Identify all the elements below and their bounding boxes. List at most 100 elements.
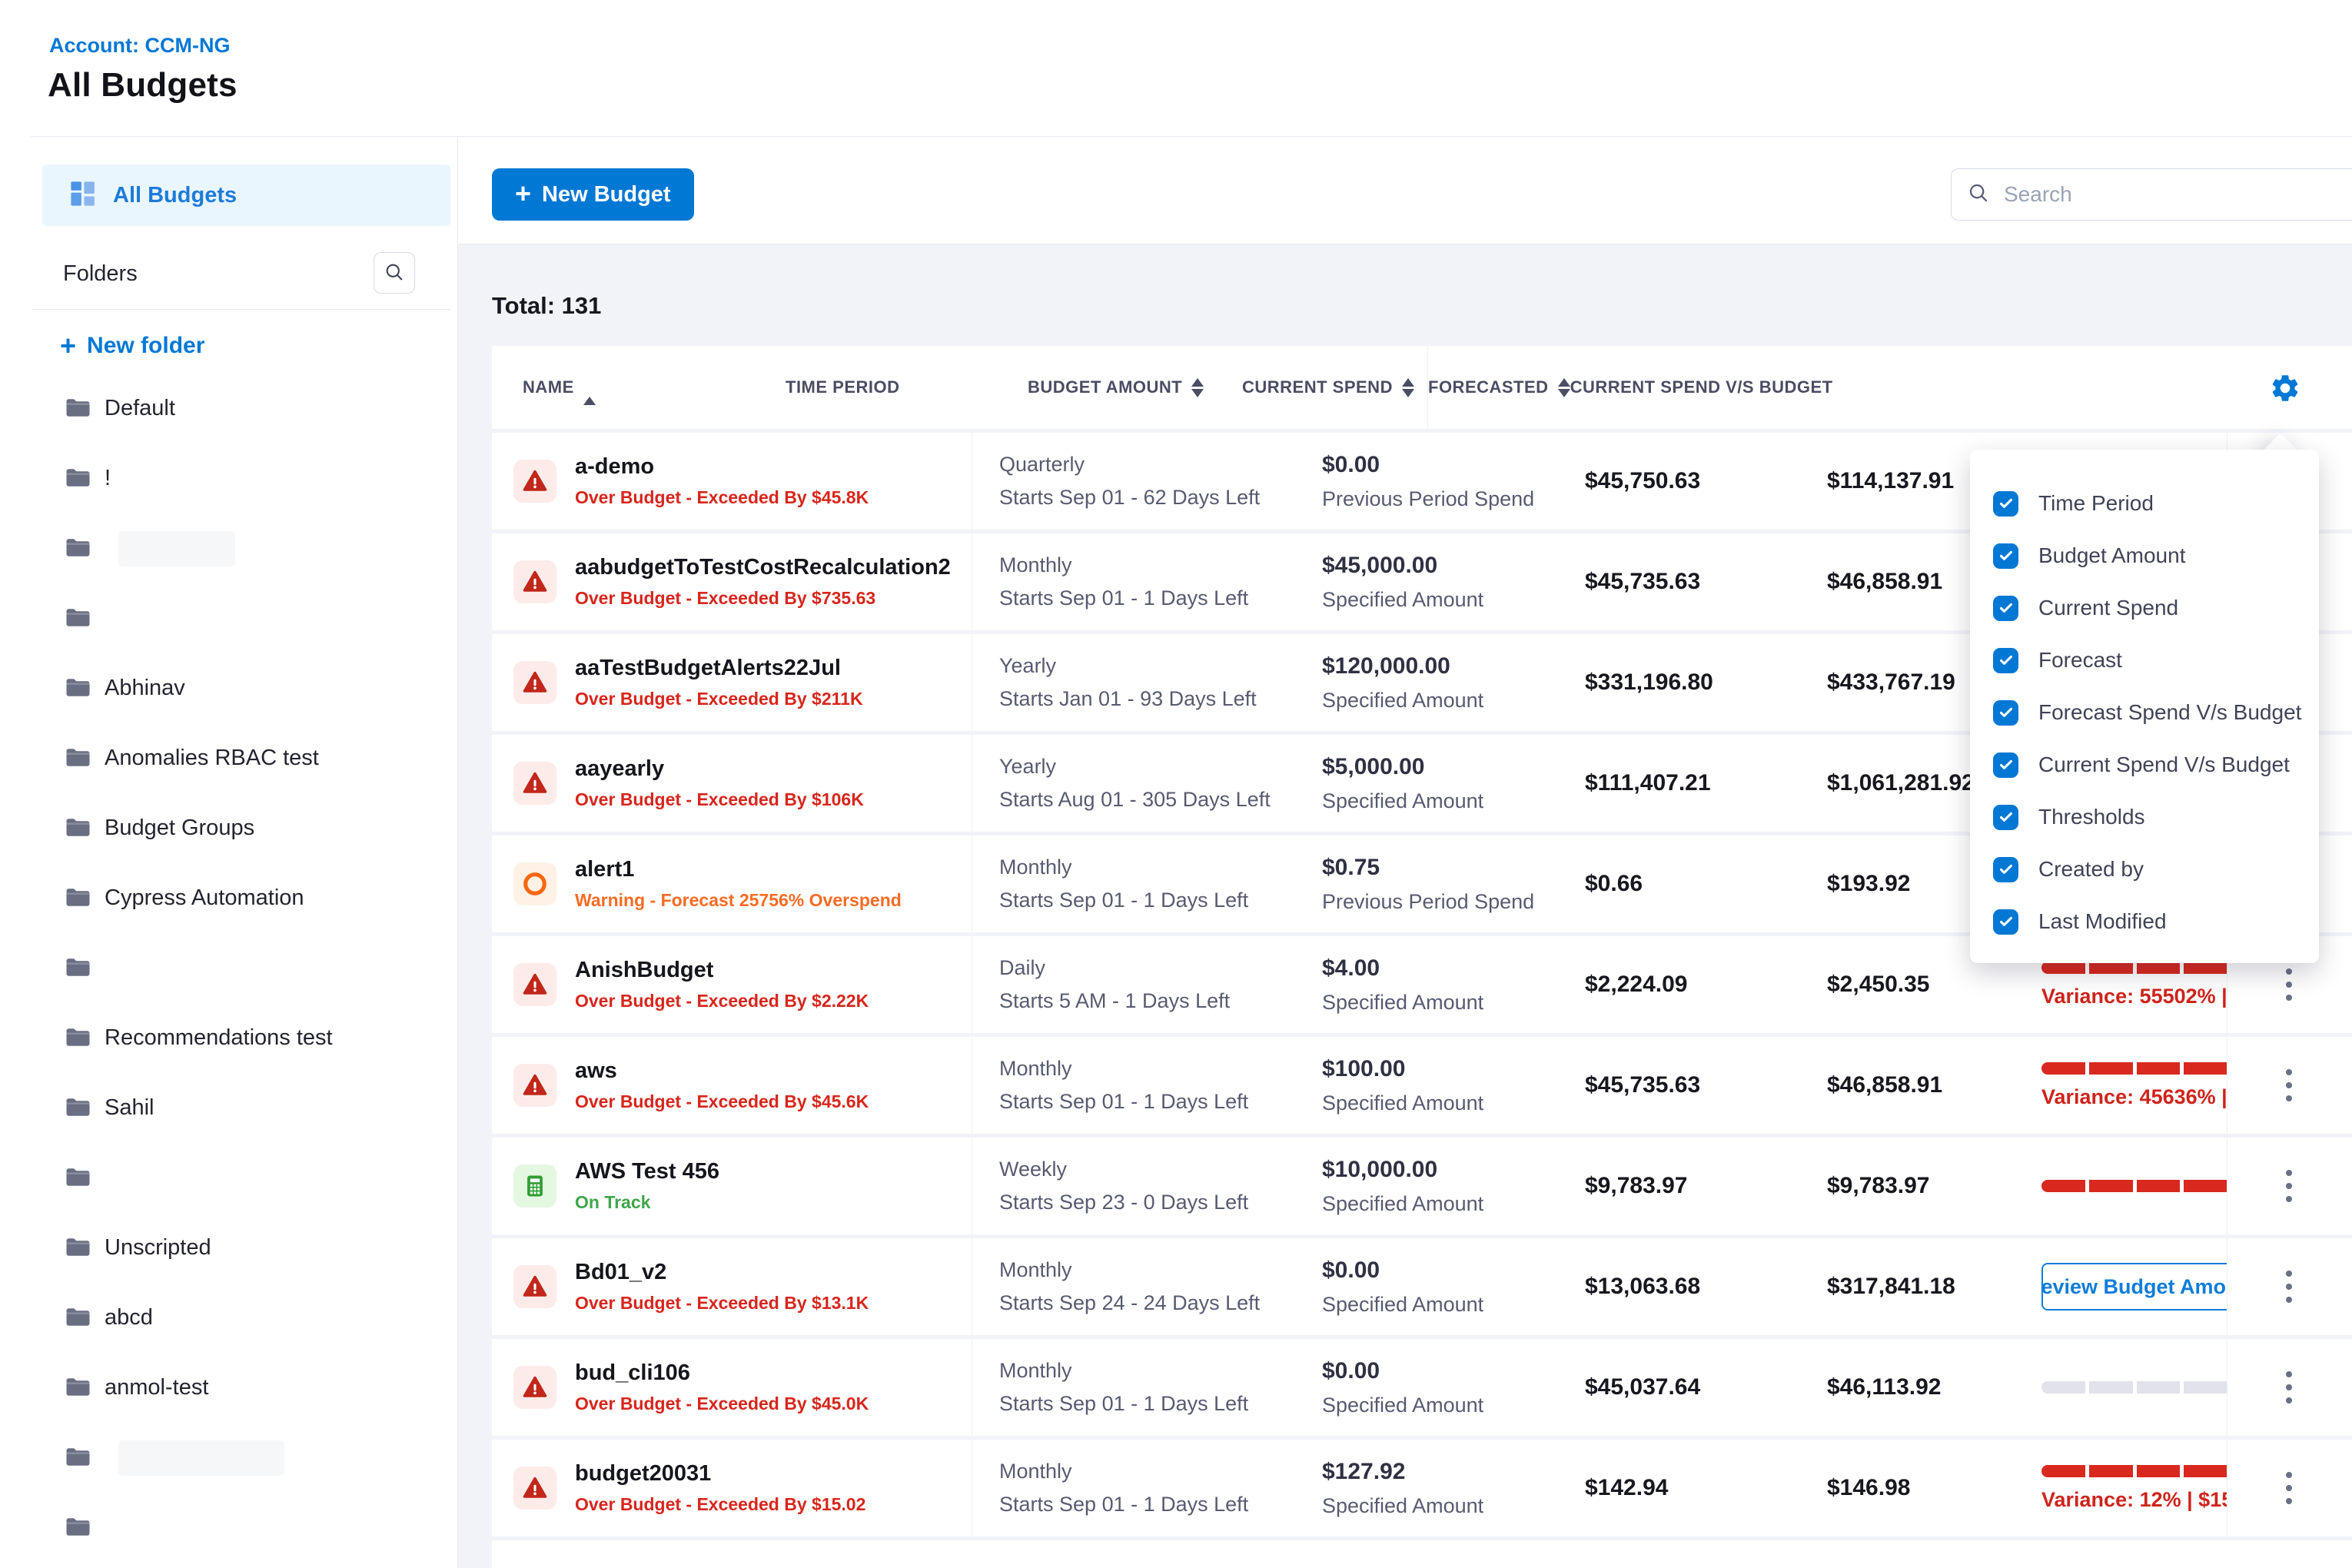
- folder-item[interactable]: [32, 513, 450, 583]
- period-detail: Starts Sep 01 - 1 Days Left: [999, 1493, 1248, 1517]
- current-spend-cell: $2,224.09: [1553, 936, 1795, 1033]
- folder-search-button[interactable]: [374, 252, 415, 294]
- column-header[interactable]: TIME PERIOD: [753, 346, 995, 429]
- budget-status-icon: [513, 560, 556, 603]
- checkbox-checked-icon[interactable]: [1993, 752, 2018, 778]
- row-menu-kebab-icon[interactable]: [2274, 1360, 2304, 1414]
- period-type: Monthly: [999, 1359, 1248, 1383]
- spend-vs-budget-bar: [2041, 1381, 2227, 1394]
- folder-item[interactable]: Unscripted: [32, 1213, 450, 1283]
- row-actions-cell: [2227, 1339, 2352, 1436]
- folder-item[interactable]: Cypress Automation: [32, 863, 450, 933]
- search-icon: [384, 261, 405, 285]
- row-menu-kebab-icon[interactable]: [2274, 958, 2304, 1012]
- table-row[interactable]: AWS Test 456 On Track Weekly Starts Sep …: [492, 1138, 2352, 1234]
- budget-amount-cell: $10,000.00 Specified Amount: [1291, 1138, 1553, 1234]
- row-menu-kebab-icon[interactable]: [2274, 1159, 2304, 1213]
- checkbox-checked-icon[interactable]: [1993, 543, 2018, 569]
- budget-status-icon: [513, 661, 556, 704]
- time-period-cell: Daily Starts 5 AM - 1 Days Left: [972, 936, 1291, 1033]
- row-actions-cell: [2227, 1440, 2352, 1536]
- table-row[interactable]: aws Over Budget - Exceeded By $45.6K Mon…: [492, 1037, 2352, 1134]
- folder-item[interactable]: Anomalies RBAC test: [32, 723, 450, 793]
- column-header[interactable]: FORECASTED: [1428, 346, 1570, 429]
- folder-name: Unscripted: [105, 1235, 211, 1261]
- budget-name[interactable]: aws: [575, 1058, 869, 1084]
- column-toggle-item[interactable]: Time Period: [1993, 477, 2319, 530]
- budget-name[interactable]: alert1: [575, 857, 902, 882]
- column-toggle-item[interactable]: Current Spend: [1993, 582, 2319, 634]
- checkbox-checked-icon[interactable]: [1993, 596, 2018, 621]
- sidebar-item-all-budgets[interactable]: All Budgets: [42, 164, 450, 226]
- column-toggle-item[interactable]: Forecast Spend V/s Budget: [1993, 686, 2319, 739]
- folder-item[interactable]: [32, 1493, 450, 1563]
- table-row[interactable]: budget20031 Over Budget - Exceeded By $1…: [492, 1440, 2352, 1536]
- forecasted-cell: $317,841.18: [1795, 1238, 2029, 1335]
- checkbox-checked-icon[interactable]: [1993, 491, 2018, 517]
- forecasted-cell: $46,858.91: [1795, 1037, 2029, 1134]
- column-header[interactable]: CURRENT SPEND: [1230, 346, 1428, 429]
- new-folder-button[interactable]: + New folder: [32, 329, 209, 363]
- folder-item[interactable]: abcd: [32, 1283, 450, 1353]
- folder-item[interactable]: [32, 1143, 450, 1213]
- folders-divider: [32, 309, 450, 310]
- column-toggle-item[interactable]: Current Spend V/s Budget: [1993, 739, 2319, 791]
- budget-name[interactable]: budget20031: [575, 1461, 865, 1487]
- budget-name[interactable]: a-demo: [575, 454, 869, 480]
- column-header[interactable]: NAME: [492, 346, 753, 429]
- account-breadcrumb[interactable]: Account: CCM-NG: [49, 34, 230, 58]
- column-toggle-item[interactable]: Thresholds: [1993, 791, 2319, 843]
- folder-icon: [63, 1372, 91, 1404]
- folder-icon: [63, 1442, 91, 1473]
- variance-text: Variance: 12% | $15.02 ove: [2041, 1488, 2227, 1512]
- budget-status-text: Over Budget - Exceeded By $45.6K: [575, 1091, 869, 1112]
- budget-name[interactable]: bud_cli106: [575, 1360, 869, 1386]
- checkbox-checked-icon[interactable]: [1993, 648, 2018, 673]
- row-menu-kebab-icon[interactable]: [2274, 1461, 2304, 1515]
- table-row[interactable]: Bd01_v2 Over Budget - Exceeded By $13.1K…: [492, 1238, 2352, 1335]
- row-menu-kebab-icon[interactable]: [2274, 1058, 2304, 1112]
- new-budget-button[interactable]: + New Budget: [492, 168, 694, 221]
- column-header[interactable]: CURRENT SPEND V/S BUDGET: [1570, 346, 1833, 429]
- period-detail: Starts Sep 23 - 0 Days Left: [999, 1191, 1248, 1214]
- column-toggle-item[interactable]: Last Modified: [1993, 895, 2319, 948]
- period-type: Daily: [999, 956, 1230, 980]
- spend-vs-budget-cell: Review Budget Amount: [2029, 1238, 2227, 1335]
- checkbox-checked-icon[interactable]: [1993, 857, 2018, 882]
- budget-name[interactable]: AnishBudget: [575, 958, 869, 983]
- budget-name[interactable]: aayearly: [575, 756, 864, 782]
- folder-item[interactable]: !: [32, 443, 450, 513]
- checkbox-checked-icon[interactable]: [1993, 909, 2018, 935]
- row-menu-kebab-icon[interactable]: [2274, 1260, 2304, 1314]
- folder-item[interactable]: [32, 933, 450, 1003]
- column-toggle-item[interactable]: Budget Amount: [1993, 530, 2319, 582]
- folder-item[interactable]: anmol-test: [32, 1353, 450, 1423]
- checkbox-checked-icon[interactable]: [1993, 700, 2018, 726]
- name-cell: aayearly Over Budget - Exceeded By $106K: [492, 735, 972, 832]
- search-input[interactable]: [2002, 181, 2350, 208]
- table-header-row: NAME TIME PERIOD BUDGET AMOUNT: [492, 346, 2352, 429]
- folder-item[interactable]: [32, 1423, 450, 1493]
- folder-icon: [63, 603, 91, 634]
- column-toggle-item[interactable]: Forecast: [1993, 634, 2319, 686]
- folder-name: Default: [105, 396, 175, 421]
- column-header[interactable]: BUDGET AMOUNT: [995, 346, 1230, 429]
- folder-item[interactable]: Default: [32, 374, 450, 443]
- budget-name[interactable]: AWS Test 456: [575, 1159, 719, 1184]
- folder-item[interactable]: Abhinav: [32, 653, 450, 723]
- review-budget-amount-button[interactable]: Review Budget Amount: [2041, 1263, 2227, 1311]
- budget-name[interactable]: Bd01_v2: [575, 1260, 869, 1285]
- period-detail: Starts Jan 01 - 93 Days Left: [999, 687, 1257, 711]
- current-spend-cell: $9,783.97: [1553, 1138, 1795, 1234]
- column-toggle-item[interactable]: Created by: [1993, 843, 2319, 895]
- column-settings-gear-icon[interactable]: [2269, 372, 2301, 404]
- folder-item[interactable]: Sahil: [32, 1073, 450, 1143]
- budget-name[interactable]: aaTestBudgetAlerts22Jul: [575, 656, 863, 681]
- budget-amount-cell: $100.00 Specified Amount: [1291, 1037, 1553, 1134]
- checkbox-checked-icon[interactable]: [1993, 805, 2018, 830]
- folder-item[interactable]: [32, 583, 450, 653]
- table-row[interactable]: bud_cli106 Over Budget - Exceeded By $45…: [492, 1339, 2352, 1436]
- budget-name[interactable]: aabudgetToTestCostRecalculation2: [575, 555, 951, 580]
- folder-item[interactable]: Recommendations test: [32, 1003, 450, 1073]
- folder-item[interactable]: Budget Groups: [32, 793, 450, 863]
